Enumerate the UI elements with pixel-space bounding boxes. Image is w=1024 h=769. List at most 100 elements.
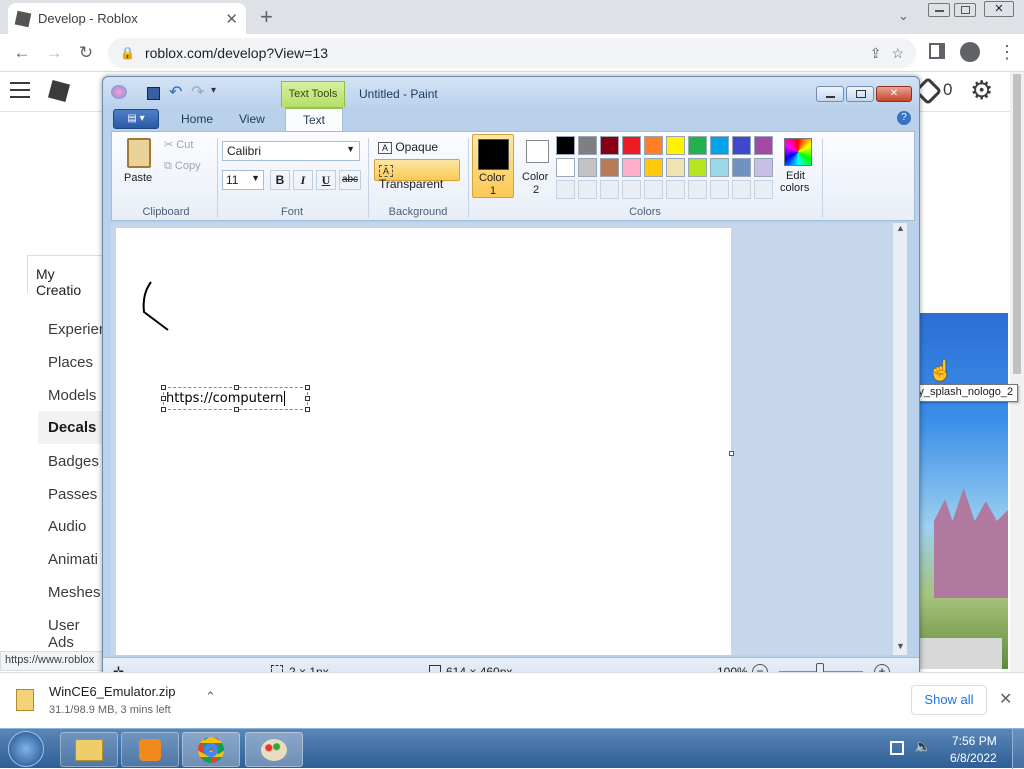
- page-scrollbar-thumb[interactable]: [1013, 74, 1021, 374]
- color-swatch[interactable]: [754, 136, 773, 155]
- sidebar-item-audio[interactable]: Audio: [48, 518, 86, 535]
- quick-access-dropdown-icon[interactable]: ▾: [211, 85, 216, 96]
- settings-gear-icon[interactable]: ⚙: [970, 75, 993, 106]
- resize-handle[interactable]: [305, 407, 310, 412]
- empty-color-slot[interactable]: [600, 180, 619, 199]
- text-box[interactable]: https://computern: [161, 385, 310, 412]
- my-creations-tab[interactable]: My Creatio: [27, 255, 107, 298]
- tab-search-icon[interactable]: ⌄: [898, 8, 909, 24]
- resize-handle[interactable]: [305, 396, 310, 401]
- color-swatch[interactable]: [644, 158, 663, 177]
- resize-handle[interactable]: [161, 385, 166, 390]
- download-file-name[interactable]: WinCE6_Emulator.zip: [49, 684, 175, 699]
- paint-close-button[interactable]: ✕: [876, 86, 912, 102]
- color-swatch[interactable]: [578, 136, 597, 155]
- share-icon[interactable]: ⇪: [870, 45, 882, 62]
- canvas-resize-handle[interactable]: [729, 451, 734, 456]
- opaque-button[interactable]: A Opaque: [374, 138, 442, 158]
- color-swatch[interactable]: [600, 158, 619, 177]
- browser-menu-icon[interactable]: ⋮: [998, 42, 1016, 63]
- back-arrow-icon[interactable]: ←: [8, 39, 36, 67]
- new-tab-button[interactable]: +: [260, 4, 273, 30]
- address-bar[interactable]: 🔒 roblox.com/develop?View=13 ⇪ ☆: [108, 38, 916, 68]
- sidebar-item-meshes[interactable]: Meshes: [48, 584, 101, 601]
- color-swatch[interactable]: [710, 158, 729, 177]
- empty-color-slot[interactable]: [732, 180, 751, 199]
- chrome-taskbar-button[interactable]: [182, 732, 240, 767]
- resize-handle[interactable]: [161, 407, 166, 412]
- transparent-button-selected[interactable]: A Transparent: [374, 159, 460, 191]
- paint-maximize-button[interactable]: [846, 86, 874, 102]
- canvas-vertical-scrollbar[interactable]: ▲ ▼: [893, 223, 907, 655]
- color-swatch[interactable]: [732, 158, 751, 177]
- color-swatch[interactable]: [710, 136, 729, 155]
- font-family-select[interactable]: Calibri ▼: [222, 141, 360, 161]
- empty-color-slot[interactable]: [644, 180, 663, 199]
- edit-colors-button[interactable]: Edit colors: [778, 134, 818, 198]
- resize-handle[interactable]: [234, 407, 239, 412]
- strikethrough-button[interactable]: abc: [339, 170, 361, 190]
- browser-tab[interactable]: Develop - Roblox ✕: [8, 3, 246, 34]
- resize-handle[interactable]: [161, 396, 166, 401]
- sidebar-item-animations[interactable]: Animati: [48, 551, 98, 568]
- color-swatch[interactable]: [688, 136, 707, 155]
- sidebar-item-user-ads[interactable]: User Ads: [48, 617, 108, 651]
- media-player-taskbar-button[interactable]: [121, 732, 179, 767]
- bold-button[interactable]: B: [270, 170, 290, 190]
- resize-handle[interactable]: [305, 385, 310, 390]
- empty-color-slot[interactable]: [622, 180, 641, 199]
- color-swatch[interactable]: [754, 158, 773, 177]
- volume-tray-icon[interactable]: 🔈: [914, 738, 931, 755]
- explorer-taskbar-button[interactable]: [60, 732, 118, 767]
- tab-text-active[interactable]: Text: [285, 107, 343, 132]
- color-swatch[interactable]: [666, 158, 685, 177]
- close-downloads-icon[interactable]: ✕: [999, 689, 1012, 709]
- network-tray-icon[interactable]: [890, 741, 904, 755]
- color2-button[interactable]: Color 2: [516, 134, 558, 198]
- roblox-logo-icon[interactable]: [47, 79, 71, 103]
- color-swatch[interactable]: [688, 158, 707, 177]
- color-swatch[interactable]: [556, 136, 575, 155]
- tab-home[interactable]: Home: [181, 112, 213, 126]
- color-swatch[interactable]: [666, 136, 685, 155]
- sidebar-item-badges[interactable]: Badges: [48, 453, 99, 470]
- paint-taskbar-button[interactable]: [245, 732, 303, 767]
- color-swatch[interactable]: [556, 158, 575, 177]
- show-desktop-button[interactable]: [1012, 729, 1024, 769]
- color1-button-selected[interactable]: Color 1: [472, 134, 514, 198]
- download-options-chevron-icon[interactable]: ⌃: [205, 689, 216, 705]
- paint-minimize-button[interactable]: [816, 86, 844, 102]
- sidebar-item-experiences[interactable]: Experien: [48, 321, 107, 338]
- sidebar-item-models[interactable]: Models: [48, 387, 96, 404]
- empty-color-slot[interactable]: [578, 180, 597, 199]
- sidebar-item-places[interactable]: Places: [48, 354, 93, 371]
- color-swatch[interactable]: [600, 136, 619, 155]
- underline-button[interactable]: U: [316, 170, 336, 190]
- cut-button[interactable]: ✂ Cut: [164, 138, 193, 151]
- color-swatch[interactable]: [732, 136, 751, 155]
- italic-button[interactable]: I: [293, 170, 313, 190]
- paint-file-menu-button[interactable]: ▤ ▾: [113, 109, 159, 129]
- tab-view[interactable]: View: [239, 112, 265, 126]
- close-tab-icon[interactable]: ✕: [225, 10, 238, 28]
- show-all-button[interactable]: Show all: [911, 685, 987, 715]
- empty-color-slot[interactable]: [666, 180, 685, 199]
- restore-window-button[interactable]: [954, 3, 976, 17]
- drawing-canvas[interactable]: https://computern: [116, 228, 731, 655]
- page-scrollbar[interactable]: [1010, 72, 1024, 672]
- close-window-button[interactable]: ✕: [984, 1, 1014, 17]
- paint-title-bar[interactable]: ↶ ↷ ▾ Text Tools Untitled - Paint ✕: [103, 77, 919, 107]
- redo-icon[interactable]: ↷: [191, 82, 204, 102]
- hamburger-menu-icon[interactable]: [10, 82, 30, 98]
- start-button-icon[interactable]: [8, 731, 44, 767]
- clock-time[interactable]: 7:56 PM: [952, 734, 997, 748]
- paste-button[interactable]: Paste: [118, 136, 162, 188]
- sidebar-item-decals-selected[interactable]: Decals: [38, 411, 108, 444]
- copy-button[interactable]: ⧉ Copy: [164, 160, 201, 173]
- profile-avatar-icon[interactable]: [960, 42, 980, 62]
- empty-color-slot[interactable]: [556, 180, 575, 199]
- font-size-select[interactable]: 11 ▼: [222, 170, 264, 190]
- bookmark-star-icon[interactable]: ☆: [891, 45, 904, 62]
- forward-arrow-icon[interactable]: →: [40, 39, 68, 67]
- scroll-up-arrow-icon[interactable]: ▲: [896, 223, 905, 233]
